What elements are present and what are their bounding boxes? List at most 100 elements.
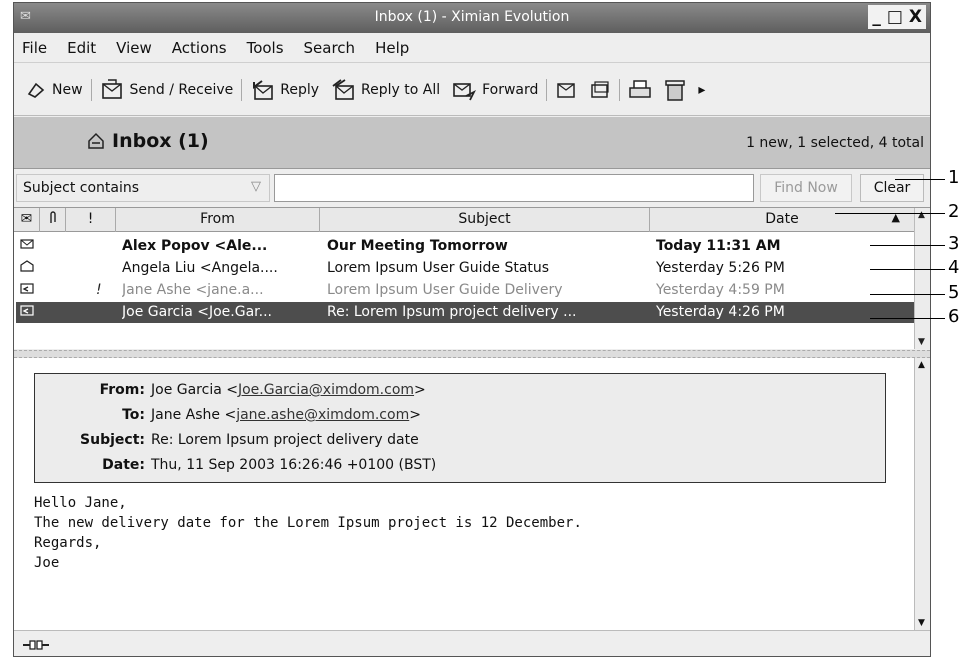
menu-view[interactable]: View [116, 39, 152, 57]
window-controls: _ □ X [868, 5, 926, 29]
from-email-link[interactable]: Joe.Garcia@ximdom.com [238, 382, 414, 398]
copy-button[interactable] [583, 72, 617, 108]
body-line: The new delivery date for the Lorem Ipsu… [34, 515, 582, 531]
to-label: To: [122, 407, 145, 423]
reply-all-button[interactable]: Reply to All [325, 72, 446, 108]
menu-search[interactable]: Search [304, 39, 356, 57]
callout-number: 2 [948, 201, 960, 222]
minimize-button[interactable]: _ [872, 7, 881, 27]
body-line: Regards, [34, 535, 102, 551]
from-label: From: [99, 382, 145, 398]
trash-icon [665, 79, 686, 101]
new-button[interactable]: New [20, 72, 89, 108]
to-name: Jane Ashe < [151, 407, 237, 423]
scroll-up-icon[interactable]: ▲ [918, 360, 925, 370]
scroll-down-icon[interactable]: ▼ [918, 618, 925, 628]
reply-button[interactable]: Reply [244, 72, 325, 108]
message-from: Alex Popov <Ale... [122, 238, 268, 254]
scroll-up-icon[interactable]: ▲ [918, 210, 925, 220]
header-from-line: From: Joe Garcia <Joe.Garcia@ximdom.com> [35, 382, 426, 402]
preview-scrollbar[interactable]: ▲ ▼ [914, 358, 930, 630]
callout-line [870, 318, 945, 319]
envelope-icon: ✉ [20, 211, 33, 227]
delete-button[interactable] [658, 72, 692, 108]
importance-icon: ! [87, 211, 94, 227]
menu-file[interactable]: File [22, 39, 47, 57]
subject-label: Subject: [80, 432, 145, 448]
from-column-header[interactable]: From [116, 208, 320, 232]
toolbar-overflow-button[interactable]: ▸ [692, 72, 711, 108]
message-list-scrollbar[interactable]: ▲ ▼ [914, 208, 930, 349]
send-receive-icon [101, 78, 122, 99]
message-list-header: ✉ ! From Subject Date ▲ [14, 208, 914, 232]
copy-message-icon [591, 80, 610, 98]
forward-button[interactable]: Forward [446, 72, 544, 108]
status-column-header[interactable]: ✉ [14, 208, 40, 232]
close-button[interactable]: X [909, 7, 922, 27]
status-bar [14, 630, 930, 656]
callout-line [870, 294, 945, 295]
message-row[interactable]: Alex Popov <Ale... Our Meeting Tomorrow … [16, 236, 914, 257]
body-line: Hello Jane, [34, 495, 127, 511]
date-column-header[interactable]: Date ▲ [650, 208, 914, 232]
send-receive-button[interactable]: Send / Receive [94, 72, 240, 108]
message-subject: Our Meeting Tomorrow [327, 238, 508, 254]
folder-status: 1 new, 1 selected, 4 total [746, 135, 924, 151]
callout-line [870, 269, 945, 270]
message-row-selected[interactable]: Joe Garcia <Joe.Gar... Re: Lorem Ipsum p… [16, 302, 914, 323]
message-row[interactable]: Angela Liu <Angela.... Lorem Ipsum User … [16, 258, 914, 279]
menu-bar: File Edit View Actions Tools Search Help [14, 33, 930, 63]
message-from: Joe Garcia <Joe.Gar... [122, 304, 272, 320]
callout-line [870, 245, 945, 246]
search-scope-label: Subject contains [23, 180, 140, 196]
message-date: Yesterday 4:26 PM [656, 304, 785, 320]
search-input[interactable] [274, 174, 754, 202]
reply-all-icon [332, 78, 354, 100]
pane-divider-handle[interactable] [14, 350, 930, 358]
move-button[interactable] [549, 72, 583, 108]
send-receive-label: Send / Receive [129, 81, 234, 98]
callout-number: 5 [948, 282, 960, 303]
callout-line [895, 179, 945, 180]
date-column-label: Date [765, 211, 799, 227]
find-now-button[interactable]: Find Now [760, 174, 852, 202]
search-scope-dropdown[interactable]: Subject contains ▽ [16, 174, 270, 202]
toolbar: New Send / Receive Reply Reply to All Fo… [14, 64, 930, 116]
importance-icon: ! [96, 282, 102, 298]
menu-help[interactable]: Help [375, 39, 409, 57]
message-row[interactable]: ! Jane Ashe <jane.a... Lorem Ipsum User … [16, 280, 914, 301]
message-preview: From: Joe Garcia <Joe.Garcia@ximdom.com> … [14, 358, 930, 630]
menu-edit[interactable]: Edit [67, 39, 96, 57]
attachment-column-header[interactable] [40, 208, 66, 232]
scroll-down-icon[interactable]: ▼ [918, 337, 925, 347]
menu-tools[interactable]: Tools [247, 39, 284, 57]
subject-column-header[interactable]: Subject [320, 208, 650, 232]
reply-label: Reply [280, 81, 320, 98]
message-date: Yesterday 4:59 PM [656, 282, 785, 298]
from-name: Joe Garcia < [151, 382, 238, 398]
message-list: ✉ ! From Subject Date ▲ Alex Popov <Ale.… [14, 207, 930, 349]
evolution-window: ✉ Inbox (1) - Ximian Evolution _ □ X Fil… [13, 2, 931, 657]
flag-column-header[interactable]: ! [66, 208, 116, 232]
menu-actions[interactable]: Actions [172, 39, 227, 57]
to-value: Jane Ashe <jane.ashe@ximdom.com> [151, 407, 421, 423]
print-button[interactable] [622, 72, 658, 108]
callout-number: 1 [948, 167, 960, 188]
header-to-line: To: Jane Ashe <jane.ashe@ximdom.com> [35, 407, 421, 427]
title-bar: ✉ Inbox (1) - Ximian Evolution _ □ X [14, 3, 930, 33]
search-bar: Subject contains ▽ Find Now Clear [14, 169, 930, 207]
callout-number: 3 [948, 233, 960, 254]
callout-number: 6 [948, 306, 960, 327]
message-from: Jane Ashe <jane.a... [122, 282, 264, 298]
chevron-right-icon: ▸ [698, 81, 706, 98]
subject-value: Re: Lorem Ipsum project delivery date [151, 432, 419, 448]
from-value: Joe Garcia <Joe.Garcia@ximdom.com> [151, 382, 426, 398]
toolbar-separator [619, 78, 621, 101]
reply-all-label: Reply to All [361, 81, 441, 98]
toolbar-separator [90, 78, 92, 101]
maximize-button[interactable]: □ [887, 7, 903, 27]
message-date: Yesterday 5:26 PM [656, 260, 785, 276]
to-email-link[interactable]: jane.ashe@ximdom.com [236, 407, 409, 423]
message-body: Hello Jane, The new delivery date for th… [34, 493, 582, 573]
date-value: Thu, 11 Sep 2003 16:26:46 +0100 (BST) [151, 457, 437, 473]
